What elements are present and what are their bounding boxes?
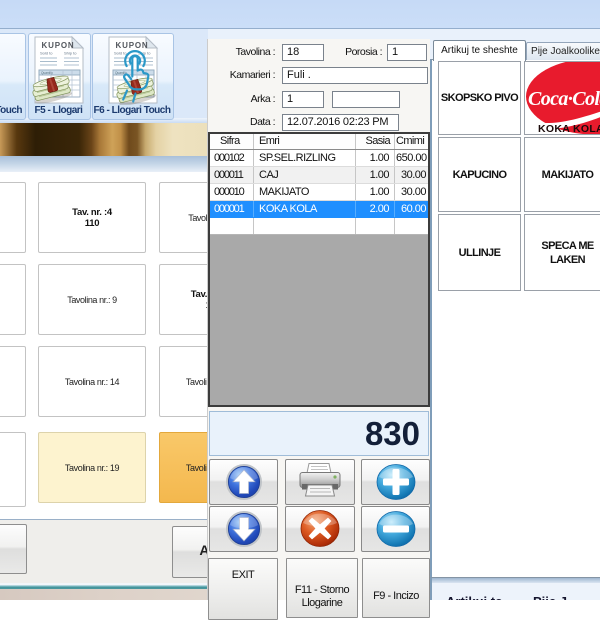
svg-text:KUPON: KUPON — [116, 41, 149, 50]
svg-text:KUPON: KUPON — [42, 41, 75, 50]
svg-text:Sold to: Sold to — [40, 51, 53, 56]
svg-text:Ship to: Ship to — [64, 51, 77, 56]
svg-text:Sold to: Sold to — [114, 51, 127, 56]
svg-text:Quantity: Quantity — [41, 71, 53, 75]
svg-text:Coca·Cola: Coca·Cola — [528, 88, 600, 110]
svg-text:KOKA KOLA: KOKA KOLA — [538, 123, 600, 135]
